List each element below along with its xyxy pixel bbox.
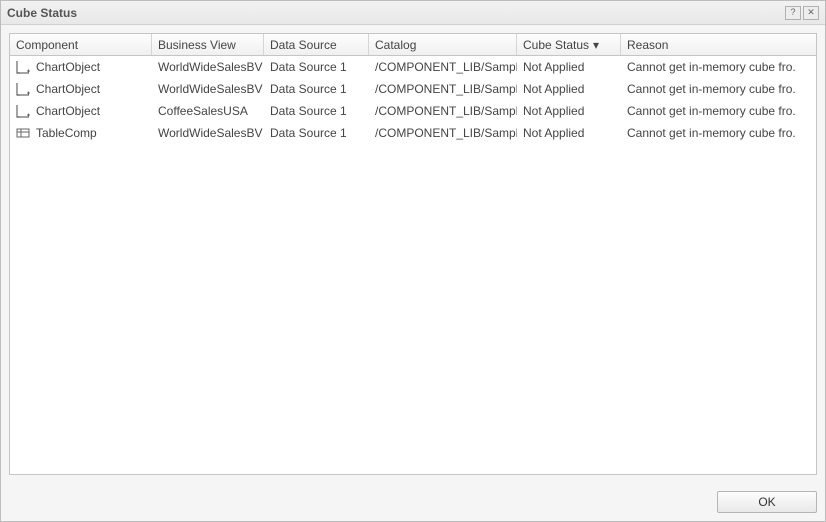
column-label: Cube Status [523,38,589,52]
table-body: ChartObjectWorldWideSalesBVData Source 1… [10,56,816,474]
ok-button[interactable]: OK [717,491,817,513]
component-label: ChartObject [36,104,100,118]
cell-component: ChartObject [10,79,152,99]
chart-icon [16,60,30,74]
cell-data-source: Data Source 1 [264,123,369,143]
sort-desc-icon: ▾ [593,38,599,52]
table-header: Component Business View Data Source Cata… [10,34,816,56]
column-label: Reason [627,38,668,52]
cell-reason: Cannot get in-memory cube fro. [621,57,816,77]
cell-business-view: WorldWideSalesBV [152,123,264,143]
component-label: TableComp [36,126,97,140]
column-label: Component [16,38,78,52]
column-label: Data Source [270,38,337,52]
cell-catalog: /COMPONENT_LIB/Sampl. [369,79,517,99]
content-area: Component Business View Data Source Cata… [1,25,825,483]
cell-cube-status: Not Applied [517,101,621,121]
button-bar: OK [1,483,825,521]
column-header-component[interactable]: Component [10,34,152,55]
titlebar-controls: ? ✕ [785,6,819,20]
table-row[interactable]: TableComp WorldWideSalesBVData Source 1/C… [10,122,816,144]
cube-status-dialog: Cube Status ? ✕ Component Business View … [0,0,826,522]
help-button[interactable]: ? [785,6,801,20]
titlebar: Cube Status ? ✕ [1,1,825,25]
table-icon [16,126,30,140]
cell-catalog: /COMPONENT_LIB/Sampl. [369,57,517,77]
table-row[interactable]: ChartObject WorldWideSalesBVData Source 1… [10,78,816,100]
cell-business-view: CoffeeSalesUSA [152,101,264,121]
chart-icon [16,104,30,118]
cell-component: ChartObject [10,57,152,77]
cell-component: ChartObject [10,101,152,121]
cell-cube-status: Not Applied [517,57,621,77]
cell-data-source: Data Source 1 [264,101,369,121]
column-header-business-view[interactable]: Business View [152,34,264,55]
column-header-cube-status[interactable]: Cube Status ▾ [517,34,621,55]
cell-data-source: Data Source 1 [264,57,369,77]
cell-reason: Cannot get in-memory cube fro. [621,101,816,121]
column-header-catalog[interactable]: Catalog [369,34,517,55]
column-header-data-source[interactable]: Data Source [264,34,369,55]
cell-reason: Cannot get in-memory cube fro. [621,123,816,143]
help-icon: ? [790,8,795,17]
cell-reason: Cannot get in-memory cube fro. [621,79,816,99]
cell-data-source: Data Source 1 [264,79,369,99]
cell-business-view: WorldWideSalesBV [152,57,264,77]
cell-catalog: /COMPONENT_LIB/Sampl. [369,101,517,121]
cell-component: TableComp [10,123,152,143]
cell-business-view: WorldWideSalesBV [152,79,264,99]
chart-icon [16,82,30,96]
dialog-title: Cube Status [7,6,77,20]
table-row[interactable]: ChartObject WorldWideSalesBVData Source 1… [10,56,816,78]
component-label: ChartObject [36,82,100,96]
cell-cube-status: Not Applied [517,123,621,143]
column-label: Catalog [375,38,416,52]
column-label: Business View [158,38,236,52]
column-header-reason[interactable]: Reason [621,34,816,55]
cell-cube-status: Not Applied [517,79,621,99]
close-button[interactable]: ✕ [803,6,819,20]
component-label: ChartObject [36,60,100,74]
close-icon: ✕ [807,8,815,17]
table-row[interactable]: ChartObject CoffeeSalesUSAData Source 1/C… [10,100,816,122]
cell-catalog: /COMPONENT_LIB/Sampl. [369,123,517,143]
cube-status-table: Component Business View Data Source Cata… [9,33,817,475]
